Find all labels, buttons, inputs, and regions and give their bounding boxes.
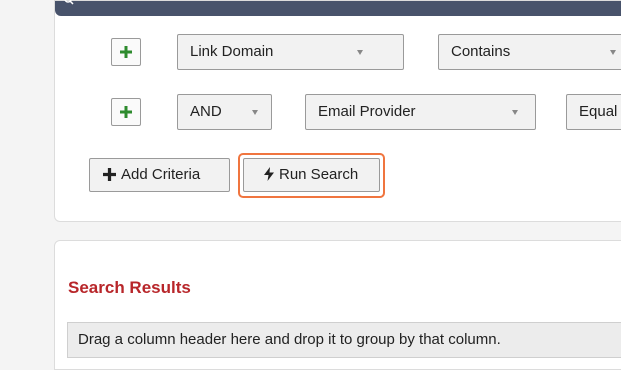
logic-select-value: AND bbox=[190, 103, 222, 120]
field-select-value: Email Provider bbox=[318, 103, 416, 120]
run-search-button[interactable]: Run Search bbox=[243, 158, 380, 192]
field-select[interactable]: Link Domain bbox=[177, 34, 404, 70]
group-by-drop-zone[interactable]: Drag a column header here and drop it to… bbox=[67, 322, 621, 358]
chevron-down-icon bbox=[610, 50, 616, 55]
operator-select-value: Contains bbox=[451, 43, 511, 60]
add-criteria-label: Add Criteria bbox=[121, 166, 201, 183]
operator-select-value: Equal bbox=[579, 103, 618, 120]
bolt-icon bbox=[264, 167, 274, 181]
plus-icon bbox=[103, 168, 116, 181]
operator-select[interactable]: Contains bbox=[438, 34, 621, 70]
field-select-value: Link Domain bbox=[190, 43, 274, 60]
add-row-button[interactable] bbox=[111, 98, 141, 126]
plus-icon bbox=[120, 106, 132, 118]
panel-header-bar bbox=[55, 0, 621, 16]
group-by-hint: Drag a column header here and drop it to… bbox=[78, 331, 501, 348]
logic-select[interactable]: AND bbox=[177, 94, 272, 130]
chevron-down-icon bbox=[357, 50, 363, 55]
field-select[interactable]: Email Provider bbox=[305, 94, 536, 130]
plus-icon bbox=[120, 46, 132, 58]
search-results-title: Search Results bbox=[68, 278, 191, 297]
run-search-label: Run Search bbox=[279, 166, 359, 183]
chevron-down-icon bbox=[252, 110, 258, 115]
add-row-button[interactable] bbox=[111, 38, 141, 66]
search-icon bbox=[64, 0, 74, 5]
chevron-down-icon bbox=[512, 110, 518, 115]
operator-select[interactable]: Equal bbox=[566, 94, 621, 130]
add-criteria-button[interactable]: Add Criteria bbox=[89, 158, 230, 192]
